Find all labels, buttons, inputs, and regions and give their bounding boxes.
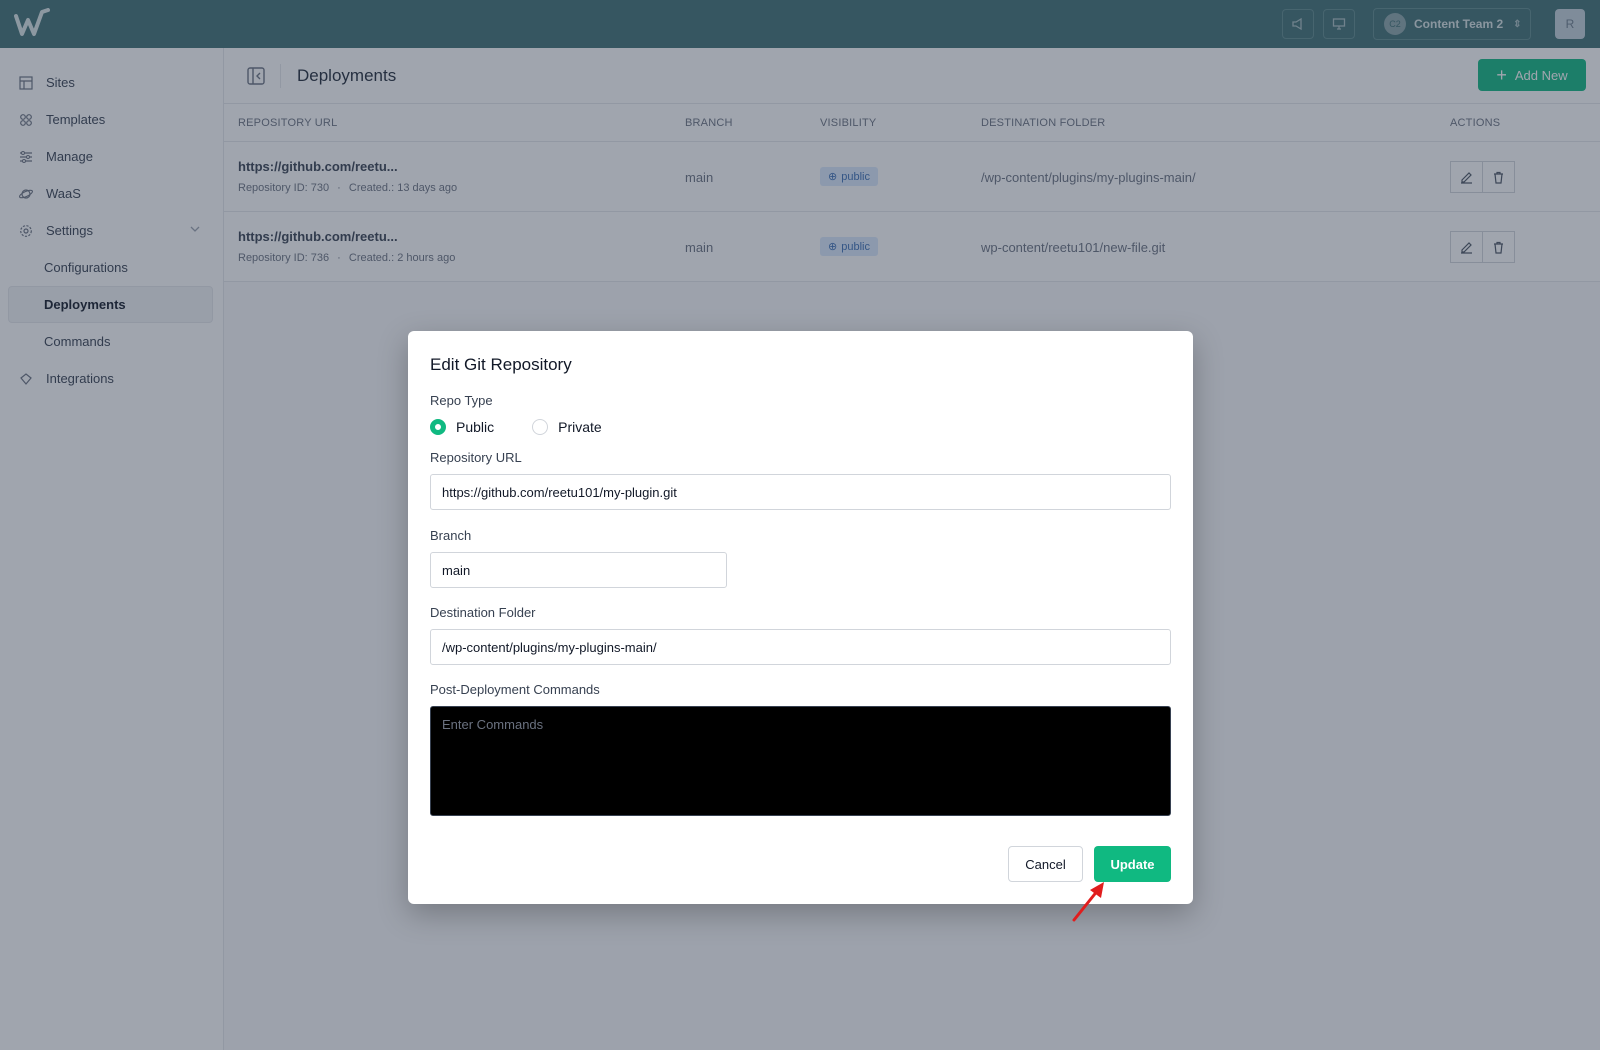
- repo-url-input[interactable]: https://github.com/reetu101/my-plugin.gi…: [430, 474, 1171, 510]
- commands-label: Post-Deployment Commands: [430, 682, 600, 697]
- branch-label: Branch: [430, 528, 472, 543]
- repo-type-group: Public Private: [430, 419, 602, 435]
- cancel-button[interactable]: Cancel: [1008, 846, 1083, 882]
- destination-input[interactable]: /wp-content/plugins/my-plugins-main/: [430, 629, 1171, 665]
- branch-input[interactable]: main: [430, 552, 727, 588]
- repo-type-label: Repo Type: [430, 393, 493, 408]
- repo-url-label: Repository URL: [430, 450, 522, 465]
- radio-private-label[interactable]: Private: [558, 419, 602, 435]
- annotation-arrow-icon: [1072, 882, 1104, 922]
- edit-repository-modal: Edit Git Repository Repo Type Public Pri…: [408, 331, 1193, 904]
- destination-label: Destination Folder: [430, 605, 536, 620]
- update-button[interactable]: Update: [1094, 846, 1171, 882]
- modal-title: Edit Git Repository: [430, 355, 572, 374]
- commands-textarea[interactable]: Enter Commands: [430, 706, 1171, 816]
- radio-public[interactable]: [430, 419, 446, 435]
- radio-private[interactable]: [532, 419, 549, 435]
- radio-public-label[interactable]: Public: [456, 419, 494, 435]
